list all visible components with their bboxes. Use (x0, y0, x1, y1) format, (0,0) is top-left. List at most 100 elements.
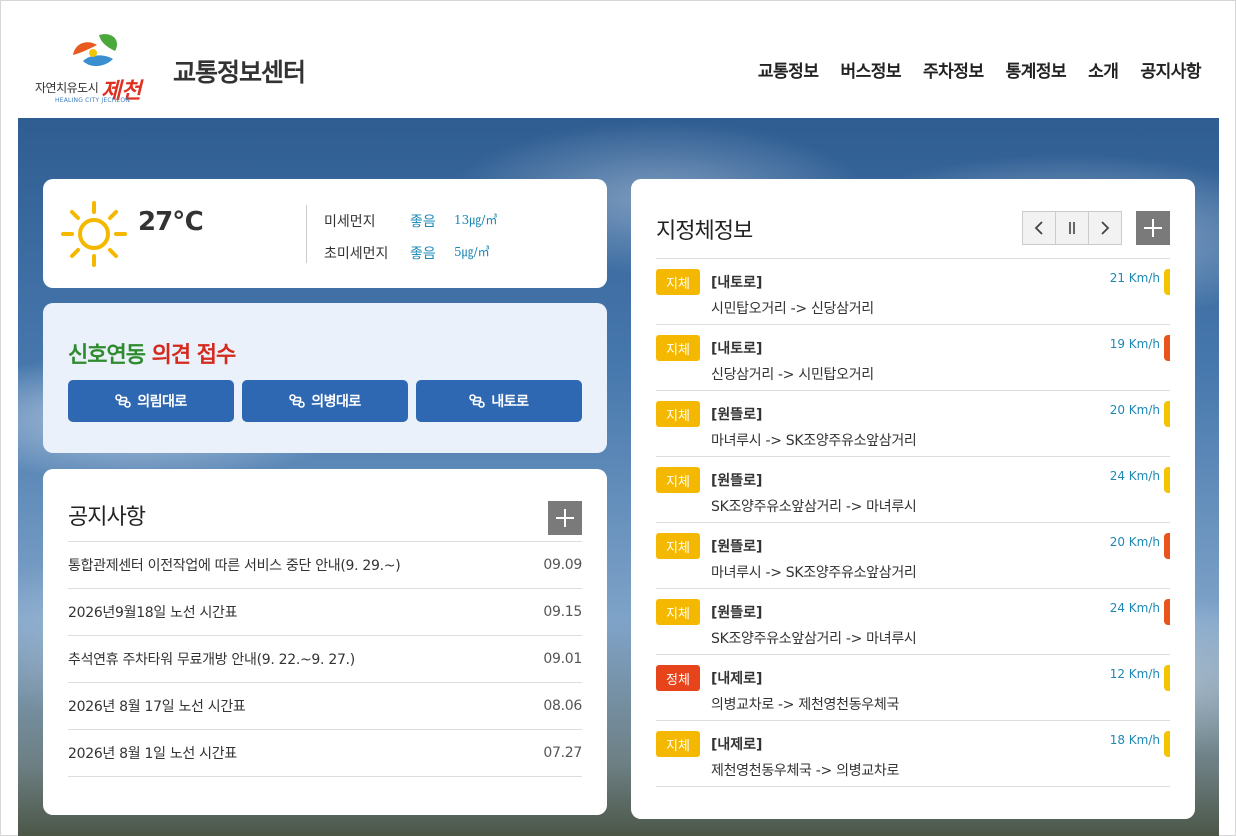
congestion-status-badge: 지체 (656, 599, 700, 625)
prev-button[interactable] (1022, 211, 1056, 245)
chevron-right-icon (1101, 221, 1110, 235)
site-header: 자연치유도시 제천 HEALING CITY JECHEON 교통정보센터 교통… (1, 1, 1235, 118)
speed-value: 24 Km/h (1109, 601, 1160, 615)
pause-button[interactable] (1055, 211, 1089, 245)
congestion-status-badge: 지체 (656, 401, 700, 427)
jecheon-logo[interactable]: 자연치유도시 제천 HEALING CITY JECHEON (35, 31, 157, 107)
notice-item-date: 09.09 (543, 557, 582, 573)
notice-item-date: 09.15 (543, 604, 582, 620)
site-title[interactable]: 교통정보센터 (173, 53, 306, 89)
ultrafine-dust-row: 초미세먼지 좋음 5㎍/㎥ (324, 243, 490, 263)
speed-value: 19 Km/h (1109, 337, 1160, 351)
fine-dust-label: 미세먼지 (324, 214, 376, 230)
notice-item[interactable]: 2026년 8월 17일 노선 시간표 08.06 (68, 683, 582, 730)
congestion-item[interactable]: 지체 [내토로] 시민탑오거리 -> 신당삼거리 21 Km/h (656, 259, 1170, 325)
nav-notice[interactable]: 공지사항 (1140, 57, 1201, 82)
signal-button-naeto[interactable]: 내토로 (416, 380, 582, 422)
route-section: 시민탑오거리 -> 신당삼거리 (711, 301, 874, 317)
congestion-item[interactable]: 지체 [내제로] 제천영천동우체국 -> 의병교차로 18 Km/h (656, 721, 1170, 787)
notice-title: 공지사항 (68, 505, 146, 530)
notice-more-button[interactable] (548, 501, 582, 535)
congestion-item[interactable]: 지체 [원뜰로] 마녀루시 -> SK조양주유소앞삼거리 20 Km/h (656, 523, 1170, 589)
sun-icon (61, 201, 127, 267)
road-name: [원뜰로] (711, 605, 763, 621)
route-icon (115, 394, 132, 408)
leaf-logo-icon (73, 34, 118, 67)
congestion-status-badge: 지체 (656, 533, 700, 559)
temperature: 27℃ (138, 207, 204, 237)
speed-value: 20 Km/h (1109, 535, 1160, 549)
notice-item-date: 09.01 (543, 651, 582, 667)
road-name: [내토로] (711, 341, 763, 357)
speed-indicator (1164, 665, 1170, 691)
road-name: [내제로] (711, 737, 763, 753)
congestion-title: 지정체정보 (656, 219, 753, 244)
fine-dust-row: 미세먼지 좋음 13㎍/㎥ (324, 211, 497, 231)
signal-button-label: 의림대로 (137, 394, 187, 410)
signal-button-uirim[interactable]: 의림대로 (68, 380, 234, 422)
fine-dust-value: 13㎍/㎥ (454, 213, 498, 227)
logo-text: 자연치유도시 (35, 81, 99, 95)
notice-item-date: 07.27 (543, 745, 582, 761)
notice-item-title: 2026년9월18일 노선 시간표 (68, 605, 238, 621)
ultrafine-dust-label: 초미세먼지 (324, 246, 389, 262)
road-name: [내토로] (711, 275, 763, 291)
logo-subtitle: HEALING CITY JECHEON (55, 97, 131, 104)
route-section: 제천영천동우체국 -> 의병교차로 (711, 763, 900, 779)
weather-card: 27℃ 미세먼지 좋음 13㎍/㎥ 초미세먼지 좋음 5㎍/㎥ (43, 179, 607, 288)
pause-icon (1069, 222, 1075, 234)
congestion-item[interactable]: 정체 [내제로] 의병교차로 -> 제천영천동우체국 12 Km/h (656, 655, 1170, 721)
notice-item[interactable]: 2026년9월18일 노선 시간표 09.15 (68, 589, 582, 636)
route-section: 마녀루시 -> SK조양주유소앞삼거리 (711, 433, 917, 449)
speed-indicator (1164, 467, 1170, 493)
notice-item[interactable]: 추석연휴 주차타워 무료개방 안내(9. 22.~9. 27.) 09.01 (68, 636, 582, 683)
congestion-item[interactable]: 지체 [원뜰로] SK조양주유소앞삼거리 -> 마녀루시 24 Km/h (656, 589, 1170, 655)
road-name: [원뜰로] (711, 473, 763, 489)
route-icon (289, 394, 306, 408)
signal-button-label: 의병대로 (311, 394, 361, 410)
congestion-status-badge: 지체 (656, 269, 700, 295)
congestion-status-badge: 지체 (656, 731, 700, 757)
notice-item-date: 08.06 (543, 698, 582, 714)
road-name: [내제로] (711, 671, 763, 687)
route-section: SK조양주유소앞삼거리 -> 마녀루시 (711, 631, 917, 647)
notice-item[interactable]: 2026년 8월 1일 노선 시간표 07.27 (68, 730, 582, 777)
main-nav: 교통정보 버스정보 주차정보 통계정보 소개 공지사항 (758, 57, 1202, 82)
congestion-item[interactable]: 지체 [원뜰로] 마녀루시 -> SK조양주유소앞삼거리 20 Km/h (656, 391, 1170, 457)
speed-value: 24 Km/h (1109, 469, 1160, 483)
notice-list: 통합관제센터 이전작업에 따른 서비스 중단 안내(9. 29.~) 09.09… (68, 541, 582, 777)
speed-value: 18 Km/h (1109, 733, 1160, 747)
nav-statistics[interactable]: 통계정보 (1006, 57, 1067, 82)
road-name: [원뜰로] (711, 407, 763, 423)
notice-item-title: 통합관제센터 이전작업에 따른 서비스 중단 안내(9. 29.~) (68, 558, 401, 574)
nav-parking[interactable]: 주차정보 (923, 57, 984, 82)
speed-indicator (1164, 335, 1170, 361)
speed-value: 12 Km/h (1109, 667, 1160, 681)
congestion-item[interactable]: 지체 [내토로] 신당삼거리 -> 시민탑오거리 19 Km/h (656, 325, 1170, 391)
nav-bus[interactable]: 버스정보 (840, 57, 901, 82)
route-icon (469, 394, 486, 408)
signal-title-red: 의견 접수 (151, 343, 237, 368)
congestion-more-button[interactable] (1136, 211, 1170, 245)
notice-item[interactable]: 통합관제센터 이전작업에 따른 서비스 중단 안내(9. 29.~) 09.09 (68, 542, 582, 589)
speed-indicator (1164, 401, 1170, 427)
nav-traffic[interactable]: 교통정보 (758, 57, 819, 82)
speed-indicator (1164, 731, 1170, 757)
signal-button-uibyeong[interactable]: 의병대로 (242, 380, 408, 422)
speed-indicator (1164, 533, 1170, 559)
congestion-info-card: 지정체정보 지체 [내토로] 시민탑오거리 -> 신당삼거리 21 Km/h 지체 [내토… (631, 179, 1195, 819)
road-name: [원뜰로] (711, 539, 763, 555)
speed-value: 20 Km/h (1109, 403, 1160, 417)
speed-indicator (1164, 599, 1170, 625)
next-button[interactable] (1088, 211, 1122, 245)
notice-item-title: 추석연휴 주차타워 무료개방 안내(9. 22.~9. 27.) (68, 652, 355, 668)
route-section: 의병교차로 -> 제천영천동우체국 (711, 697, 900, 713)
signal-button-label: 내토로 (491, 394, 529, 410)
nav-about[interactable]: 소개 (1088, 57, 1119, 82)
signal-title-green: 신호연동 (68, 343, 146, 368)
ultrafine-dust-status: 좋음 (410, 246, 436, 262)
route-section: SK조양주유소앞삼거리 -> 마녀루시 (711, 499, 917, 515)
route-section: 마녀루시 -> SK조양주유소앞삼거리 (711, 565, 917, 581)
congestion-status-badge: 정체 (656, 665, 700, 691)
congestion-item[interactable]: 지체 [원뜰로] SK조양주유소앞삼거리 -> 마녀루시 24 Km/h (656, 457, 1170, 523)
